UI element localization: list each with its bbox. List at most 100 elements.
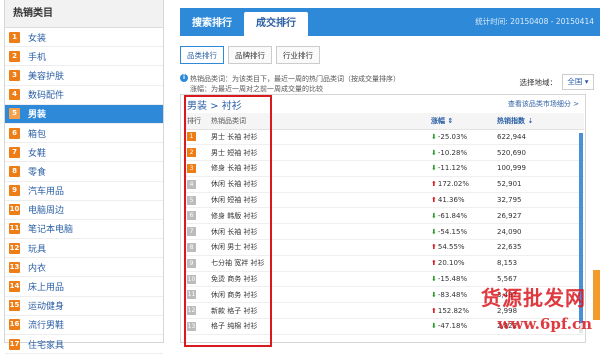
keyword-cell[interactable]: 七分袖 宽袢 衬衫 [208, 255, 428, 272]
sidebar-item[interactable]: 8 零食 [5, 162, 163, 182]
arrow-up-icon: ⬆ [431, 306, 437, 315]
sidebar-item[interactable]: 2 手机 [5, 47, 163, 67]
side-feedback-tab[interactable] [593, 270, 600, 320]
rank-badge: 4 [9, 89, 20, 101]
sidebar-item[interactable]: 9 汽车用品 [5, 182, 163, 201]
sidebar-item-label: 流行男鞋 [28, 321, 65, 332]
keyword-cell[interactable]: 免烫 商务 衬衫 [208, 271, 428, 288]
index-cell: 100,999 [494, 160, 584, 177]
table-row[interactable]: 8 休闲 男士 衬衫 ⬆54.55% 22,635 [184, 239, 584, 256]
change-cell: ⬆20.10% [428, 255, 494, 272]
rank-badge: 10 [9, 204, 20, 216]
keyword-cell[interactable]: 男士 短袖 衬衫 [208, 144, 428, 162]
table-row[interactable]: 6 修身 韩版 衬衫 ⬇-61.84% 26,927 [184, 207, 584, 225]
table-row[interactable]: 9 七分袖 宽袢 衬衫 ⬆20.10% 8,153 [184, 255, 584, 272]
watermark-url: www.6pf.cn [497, 315, 592, 333]
breadcrumb[interactable]: 男装 > 衬衫 [187, 97, 242, 112]
rank-badge: 15 [9, 300, 20, 312]
rank-badge: 1 [187, 132, 196, 142]
rank-cell: 9 [184, 255, 208, 272]
rank-badge: 4 [187, 179, 196, 189]
arrow-up-icon: ⬆ [431, 196, 437, 205]
keyword-cell[interactable]: 男士 长袖 衬衫 [208, 129, 428, 146]
sidebar-item-label: 数码配件 [28, 91, 65, 102]
change-cell: ⬇-25.03% [428, 129, 494, 146]
subtab-industry[interactable]: 行业排行 [276, 46, 320, 64]
sidebar-item[interactable]: 3 美容护肤 [5, 66, 163, 86]
rank-cell: 13 [184, 318, 208, 335]
rank-cell: 12 [184, 302, 208, 320]
market-segment-link[interactable]: 查看该品类市场细分 > [508, 99, 579, 109]
rank-badge: 14 [9, 281, 20, 293]
col-index-label: 热销指数 [497, 116, 525, 125]
tab-search-ranking[interactable]: 搜索排行 [180, 12, 244, 36]
col-change-label: 涨幅 [431, 116, 445, 125]
info-icon: i [180, 74, 188, 82]
arrow-down-icon: ⬇ [431, 132, 437, 141]
change-value: -83.48% [437, 290, 468, 299]
sidebar-item-label: 零食 [28, 167, 47, 178]
keyword-cell[interactable]: 新款 格子 衬衫 [208, 302, 428, 320]
table-row[interactable]: 5 休闲 短袖 衬衫 ⬆41.36% 32,795 [184, 192, 584, 209]
panel-header: 男装 > 衬衫 查看该品类市场细分 > [181, 95, 585, 113]
keyword-cell[interactable]: 修身 长袖 衬衫 [208, 160, 428, 177]
category-sidebar: 热销类目 1 女装 2 手机 3 美容护肤 4 数码配件 5 男装 6 箱包 7 女鞋 8 零食 9 汽车用品 10… [4, 0, 164, 354]
sidebar-item[interactable]: 7 女鞋 [5, 143, 163, 163]
table-row[interactable]: 1 男士 长袖 衬衫 ⬇-25.03% 622,944 [184, 129, 584, 146]
keyword-cell[interactable]: 休闲 商务 衬衫 [208, 286, 428, 304]
sidebar-item[interactable]: 1 女装 [5, 28, 163, 48]
index-cell: 26,927 [494, 207, 584, 225]
keyword-cell[interactable]: 格子 纯棉 衬衫 [208, 318, 428, 335]
sidebar-item-label: 运动健身 [28, 302, 65, 313]
region-label: 选择地域： [519, 77, 558, 87]
change-cell: ⬇-10.28% [428, 144, 494, 162]
change-value: -15.48% [437, 275, 468, 284]
keyword-cell[interactable]: 休闲 男士 衬衫 [208, 239, 428, 256]
sidebar-item[interactable]: 13 内衣 [5, 258, 163, 278]
arrow-down-icon: ⬇ [431, 148, 437, 157]
sidebar-item[interactable]: 10 电脑周边 [5, 201, 163, 220]
tab-deal-ranking[interactable]: 成交排行 [244, 12, 308, 36]
change-cell: ⬆41.36% [428, 192, 494, 209]
region-select[interactable]: 全国 ▾ [562, 74, 594, 90]
sidebar-item[interactable]: 6 箱包 [5, 124, 163, 144]
sidebar-item-label: 内衣 [28, 263, 47, 274]
arrow-down-icon: ⬇ [431, 211, 437, 220]
rank-badge: 5 [9, 108, 20, 120]
table-row[interactable]: 7 休闲 长袖 衬衫 ⬇-54.15% 24,090 [184, 223, 584, 241]
sidebar-item[interactable]: 5 男装 [5, 104, 163, 124]
rank-badge: 11 [9, 223, 20, 235]
col-change[interactable]: 涨幅 ⇕ [428, 113, 494, 130]
sidebar-item-label: 电脑周边 [28, 206, 65, 217]
subtab-brand[interactable]: 品牌排行 [228, 46, 272, 64]
change-cell: ⬇-61.84% [428, 207, 494, 225]
rank-badge: 2 [9, 50, 20, 62]
sidebar-item[interactable]: 11 笔记本电脑 [5, 220, 163, 240]
keyword-cell[interactable]: 修身 韩版 衬衫 [208, 207, 428, 225]
rank-badge: 8 [187, 242, 196, 252]
subtab-category[interactable]: 品类排行 [180, 46, 224, 64]
sidebar-item-label: 手机 [28, 52, 47, 63]
arrow-down-icon: ⬇ [431, 275, 437, 284]
change-value: 172.02% [437, 180, 470, 189]
change-value: -61.84% [437, 211, 468, 220]
change-cell: ⬇-54.15% [428, 223, 494, 241]
rank-cell: 3 [184, 160, 208, 177]
sidebar-item[interactable]: 4 数码配件 [5, 86, 163, 105]
top-tab-bar: 搜索排行 成交排行 统计时间: 20150408 - 20150414 [180, 8, 600, 36]
table-row[interactable]: 4 休闲 长袖 衬衫 ⬆172.02% 52,901 [184, 176, 584, 193]
sidebar-item[interactable]: 15 运动健身 [5, 297, 163, 316]
table-row[interactable]: 2 男士 短袖 衬衫 ⬇-10.28% 520,690 [184, 144, 584, 162]
rank-cell: 7 [184, 223, 208, 241]
keyword-cell[interactable]: 休闲 长袖 衬衫 [208, 176, 428, 193]
change-cell: ⬇-47.18% [428, 318, 494, 335]
sidebar-item[interactable]: 16 流行男鞋 [5, 316, 163, 335]
keyword-cell[interactable]: 休闲 长袖 衬衫 [208, 223, 428, 241]
sidebar-item[interactable]: 14 床上用品 [5, 277, 163, 297]
keyword-cell[interactable]: 休闲 短袖 衬衫 [208, 192, 428, 209]
col-index[interactable]: 热销指数 ⇣ [494, 113, 584, 130]
sidebar-item[interactable]: 12 玩具 [5, 239, 163, 259]
sidebar-item[interactable]: 17 住宅家具 [5, 335, 163, 354]
col-rank: 排行 [184, 113, 208, 130]
table-row[interactable]: 3 修身 长袖 衬衫 ⬇-11.12% 100,999 [184, 160, 584, 177]
